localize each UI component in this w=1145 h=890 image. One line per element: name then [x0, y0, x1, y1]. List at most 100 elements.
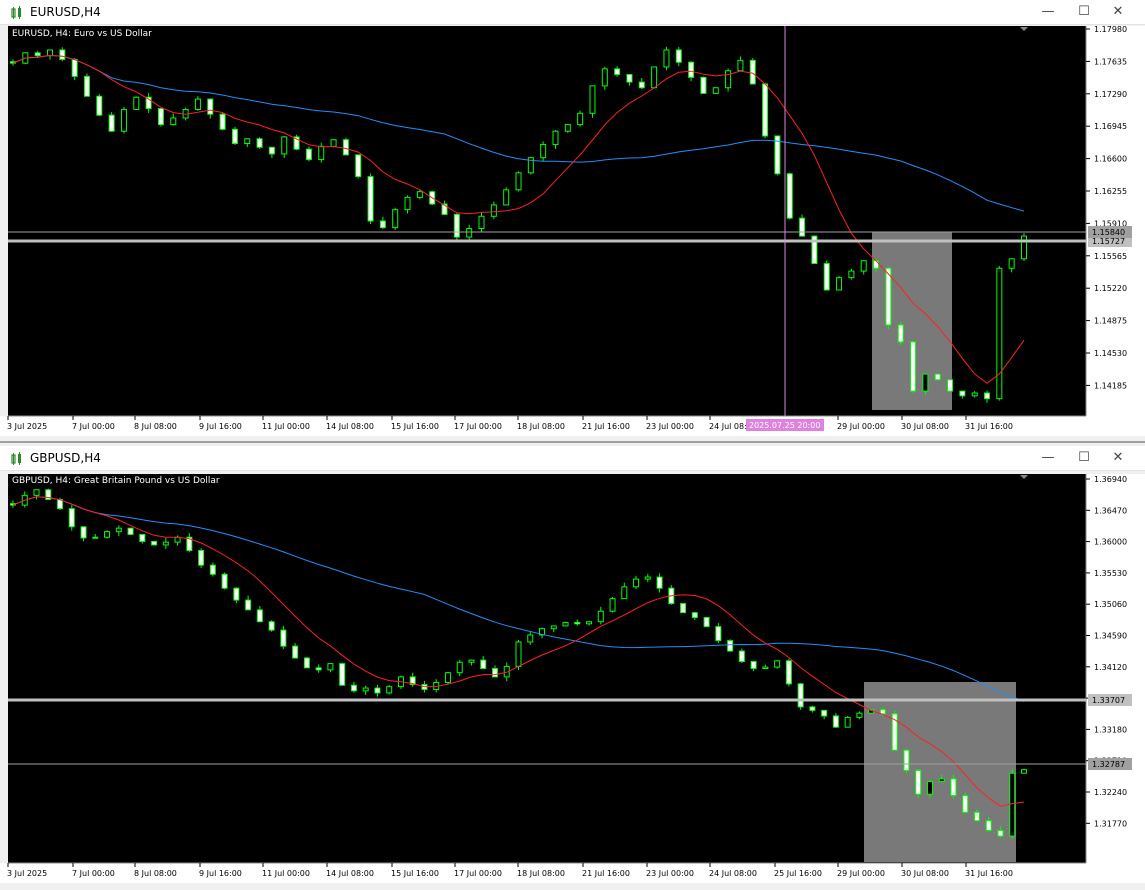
candle-body: [910, 341, 917, 392]
candle-body: [897, 324, 904, 343]
candle-body: [562, 621, 569, 627]
candle-body: [480, 659, 487, 670]
price-tick-label: 1.35530: [1094, 569, 1127, 578]
candle-body: [221, 573, 228, 589]
time-tick-label: 9 Jul 16:00: [199, 869, 242, 878]
price-tick-label: 1.32240: [1094, 788, 1127, 797]
time-tick-label: 7 Jul 00:00: [72, 422, 115, 431]
gbpusd-price-chart[interactable]: 1.36940 1.36470 1.36000 1.35530 1.35060 1.345…: [0, 446, 1145, 890]
candle-body: [198, 550, 205, 566]
candle-body: [491, 668, 498, 678]
time-tick-label: 30 Jul 08:00: [901, 869, 949, 878]
candle-body: [762, 83, 769, 137]
candle-body: [330, 139, 337, 147]
candle-body: [589, 85, 596, 114]
candle-body: [700, 76, 707, 94]
price-tick-label: 1.16945: [1094, 122, 1127, 131]
candle-body: [577, 112, 584, 126]
candle-body: [644, 576, 651, 580]
candle-body: [799, 217, 806, 237]
candle-body: [997, 829, 1004, 837]
time-tick-label: 21 Jul 16:00: [582, 869, 630, 878]
candle-body: [971, 392, 978, 397]
candle-body: [703, 617, 710, 628]
candle-body: [174, 536, 181, 543]
time-tick-label: 23 Jul 00:00: [646, 422, 694, 431]
price-tick-label: 1.36940: [1094, 475, 1127, 484]
candle-body: [71, 58, 78, 77]
candle-body: [374, 687, 381, 694]
candle-body: [244, 138, 251, 145]
candle-body: [303, 657, 310, 669]
candle-body: [848, 270, 855, 279]
candle-body: [268, 146, 275, 155]
eurusd-chart-window[interactable]: EURUSD,H4 — ☐ ✕ 1.17980 1.17635 1.17290 1.1…: [0, 0, 1145, 441]
candle-body: [750, 661, 757, 670]
chart-title: GBPUSD, H4: Great Britain Pound vs US Do…: [12, 476, 220, 486]
candle-body: [915, 769, 922, 795]
candle-body: [157, 108, 164, 126]
gbpusd-chart-window[interactable]: GBPUSD,H4 — ☐ ✕ 1.36940 1.36470 1.36000 1.3…: [0, 446, 1145, 890]
time-tick-label: 15 Jul 16:00: [391, 422, 439, 431]
time-tick-label: 30 Jul 08:00: [901, 422, 949, 431]
candle-body: [151, 540, 158, 546]
candle-body: [468, 659, 475, 663]
price-tick-label: 1.16255: [1094, 187, 1127, 196]
price-tick-label: 1.14530: [1094, 349, 1127, 358]
candle-body: [749, 59, 756, 85]
price-tick-label: 1.17635: [1094, 57, 1127, 66]
candle-body: [231, 128, 238, 145]
candle-body: [355, 154, 362, 178]
candle-body: [34, 52, 41, 57]
candle-body: [836, 277, 843, 291]
time-tick-label: 3 Jul 2025: [7, 869, 47, 878]
price-tick-label: 1.15565: [1094, 252, 1127, 261]
candle-body: [115, 527, 122, 533]
candle-body: [609, 598, 616, 612]
price-tick-label: 1.36000: [1094, 538, 1127, 547]
time-tick-label: 7 Jul 00:00: [72, 869, 115, 878]
candle-body: [823, 263, 830, 291]
time-tick-label: 18 Jul 08:00: [517, 869, 565, 878]
candle-body: [120, 108, 127, 132]
price-tick-label: 1.14185: [1094, 381, 1127, 390]
candle-body: [104, 531, 111, 538]
time-tick-label: 8 Jul 08:00: [134, 422, 177, 431]
candle-body: [503, 189, 510, 206]
candle-body: [938, 778, 945, 783]
candle-body: [786, 173, 793, 219]
time-tick-label: 29 Jul 00:00: [837, 869, 885, 878]
candle-body: [342, 139, 349, 156]
candle-body: [256, 138, 263, 148]
price-tick-label: 1.34590: [1094, 632, 1127, 641]
time-tick-label: 11 Jul 00:00: [262, 869, 310, 878]
candle-body: [626, 74, 633, 83]
candle-body: [318, 145, 325, 161]
candle-body: [139, 533, 146, 542]
candle-body: [633, 578, 640, 588]
bid-price-label: 1.15840: [1092, 228, 1125, 237]
candle-body: [305, 148, 312, 161]
candle-body: [80, 526, 87, 539]
time-tick-label: 31 Jul 16:00: [965, 422, 1013, 431]
candle-body: [194, 98, 201, 110]
candle-body: [59, 49, 66, 60]
candle-body: [362, 687, 369, 692]
eurusd-price-chart[interactable]: 1.17980 1.17635 1.17290 1.16945 1.16600 1.162…: [0, 0, 1145, 441]
time-tick-label: 9 Jul 16:00: [199, 422, 242, 431]
candle-body: [691, 612, 698, 619]
candle-body: [680, 603, 687, 614]
candle-body: [127, 527, 134, 535]
candle-body: [281, 136, 288, 155]
candle-body: [108, 114, 115, 132]
time-tick-label: 24 Jul 08:00: [709, 869, 757, 878]
highlight-zone: [864, 682, 1016, 862]
time-tick-label: 3 Jul 2025: [7, 422, 47, 431]
candle-body: [601, 68, 608, 87]
candle-body: [973, 811, 980, 822]
time-tick-label: 17 Jul 00:00: [454, 422, 502, 431]
time-tick-label: 15 Jul 16:00: [391, 869, 439, 878]
candle-body: [651, 66, 658, 89]
candle-body: [621, 586, 628, 600]
window-separator[interactable]: [0, 441, 1145, 443]
